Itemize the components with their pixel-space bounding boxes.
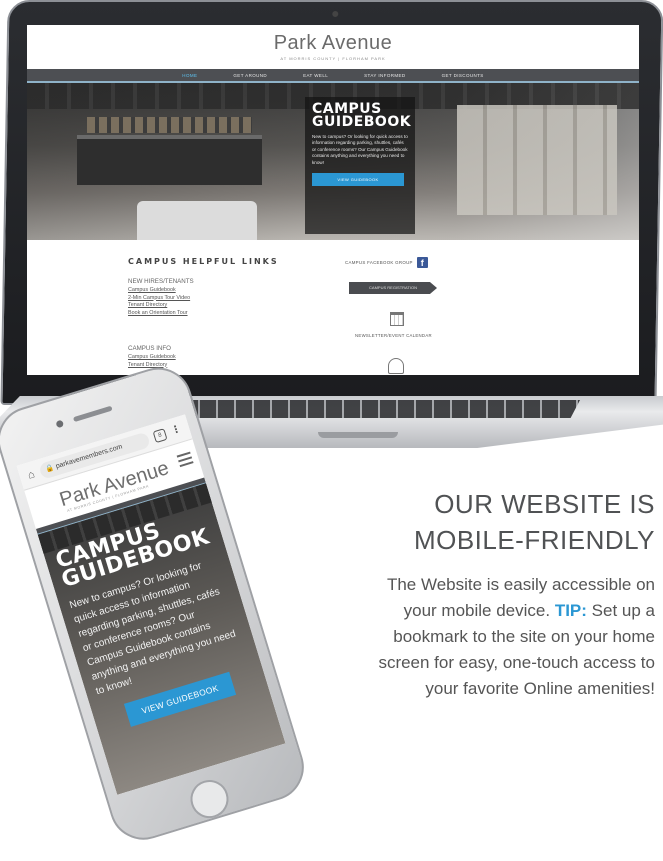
hamburger-menu-icon[interactable] (176, 451, 194, 468)
hero-title-line2: GUIDEBOOK (312, 114, 412, 130)
calendar-icon[interactable] (390, 312, 404, 326)
phone-speaker (72, 405, 113, 423)
laptop-notch (318, 432, 398, 438)
nav-get-discounts[interactable]: GET DISCOUNTS (442, 73, 484, 78)
nav-stay-informed[interactable]: STAY INFORMED (364, 73, 405, 78)
hero-photo-counter (77, 135, 262, 185)
facebook-group-link[interactable]: CAMPUS FACEBOOK GROUP f (345, 257, 428, 268)
calendar-label[interactable]: NEWSLETTER/EVENT CALENDAR (355, 333, 432, 338)
copy-heading: OUR WEBSITE IS MOBILE-FRIENDLY (355, 486, 655, 558)
copy-heading-line2: MOBILE-FRIENDLY (413, 525, 655, 555)
site-nav: HOME GET AROUND EAT WELL STAY INFORMED G… (27, 69, 639, 83)
link-campus-tour-video[interactable]: 2-Min Campus Tour Video (128, 295, 194, 303)
link-tenant-directory[interactable]: Tenant Directory (128, 302, 194, 310)
phone-home-button[interactable] (185, 775, 234, 823)
site-header: Park Avenue AT MORRIS COUNTY | FLORHAM P… (27, 25, 639, 69)
mobile-hero-banner: CAMPUS GUIDEBOOK New to campus? Or looki… (37, 483, 286, 795)
copy-body: The Website is easily accessible on your… (355, 572, 655, 702)
links-group-heading: CAMPUS INFO (128, 345, 171, 352)
laptop-screen: Park Avenue AT MORRIS COUNTY | FLORHAM P… (27, 25, 639, 375)
hero-photo-shelf (87, 117, 252, 133)
hero-title: CAMPUS GUIDEBOOK (312, 102, 412, 130)
hero-photo-window (457, 105, 617, 215)
links-group-heading: NEW HIRES/TENANTS (128, 278, 194, 285)
facebook-icon[interactable]: f (416, 257, 428, 268)
campus-registration-button[interactable]: CAMPUS REGISTRATION (349, 282, 437, 294)
nav-get-around[interactable]: GET AROUND (233, 73, 267, 78)
site-logo-subtitle: AT MORRIS COUNTY | FLORHAM PARK (280, 56, 386, 61)
link-campus-guidebook[interactable]: Campus Guidebook (128, 354, 176, 362)
laptop-camera (332, 11, 339, 17)
home-icon[interactable]: ⌂ (26, 468, 36, 481)
facebook-group-label: CAMPUS FACEBOOK GROUP (345, 260, 413, 265)
phone-screen: ⌂ 🔒 parkavemembers.com 8 ⋮ Park Avenue A… (16, 414, 286, 795)
links-group-new-hires: NEW HIRES/TENANTS Campus Guidebook 2-Min… (128, 278, 194, 317)
phone-camera (55, 419, 65, 429)
copy-heading-line1: OUR WEBSITE IS (434, 489, 655, 519)
hero-photo-chair (137, 201, 257, 240)
tabs-count-icon[interactable]: 8 (152, 427, 168, 443)
overflow-menu-icon[interactable]: ⋮ (170, 423, 183, 436)
site-logo[interactable]: Park Avenue (27, 32, 639, 55)
hero-banner: CAMPUS GUIDEBOOK New to campus? Or looki… (27, 83, 639, 240)
mobile-friendly-copy: OUR WEBSITE IS MOBILE-FRIENDLY The Websi… (355, 486, 655, 702)
copy-tip-label: TIP: (554, 601, 587, 620)
nav-eat-well[interactable]: EAT WELL (303, 73, 328, 78)
hero-text: New to campus? Or looking for quick acce… (312, 134, 408, 165)
helpful-links-section: CAMPUS HELPFUL LINKS NEW HIRES/TENANTS C… (27, 240, 639, 375)
link-campus-guidebook[interactable]: Campus Guidebook (128, 287, 194, 295)
view-guidebook-button[interactable]: VIEW GUIDEBOOK (312, 173, 404, 187)
hero-panel: CAMPUS GUIDEBOOK New to campus? Or looki… (305, 97, 415, 234)
link-orientation-tour[interactable]: Book an Orientation Tour (128, 310, 194, 318)
helpful-links-title: CAMPUS HELPFUL LINKS (128, 257, 279, 266)
nav-home[interactable]: HOME (182, 73, 197, 78)
bell-icon[interactable] (388, 358, 404, 374)
